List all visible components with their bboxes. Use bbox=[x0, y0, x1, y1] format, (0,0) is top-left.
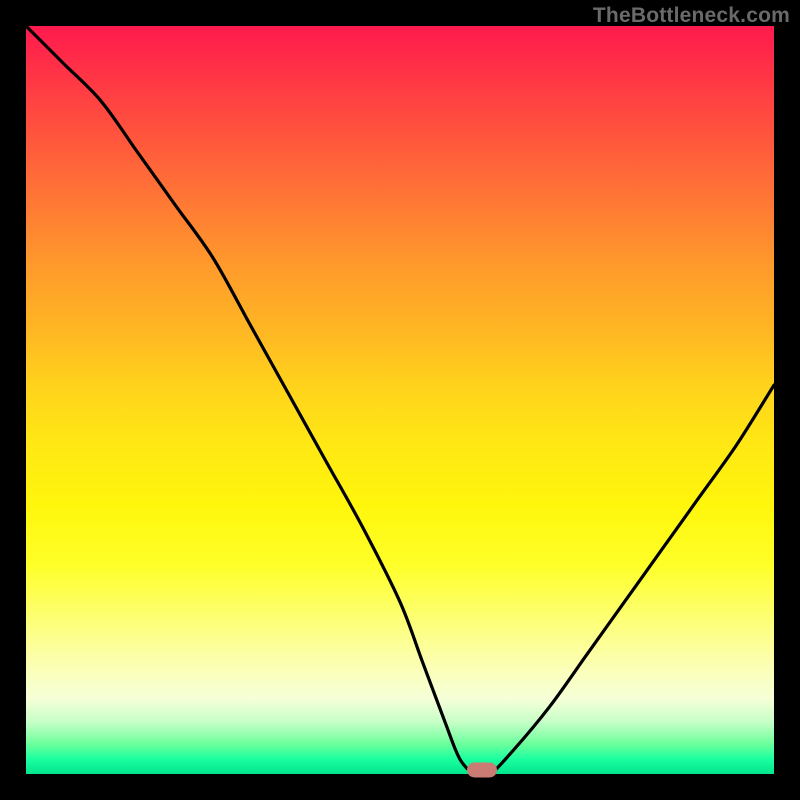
plot-area bbox=[26, 26, 774, 774]
bottleneck-curve bbox=[26, 26, 774, 774]
chart-container: TheBottleneck.com bbox=[0, 0, 800, 800]
optimal-marker bbox=[467, 763, 497, 778]
watermark-text: TheBottleneck.com bbox=[593, 4, 790, 28]
